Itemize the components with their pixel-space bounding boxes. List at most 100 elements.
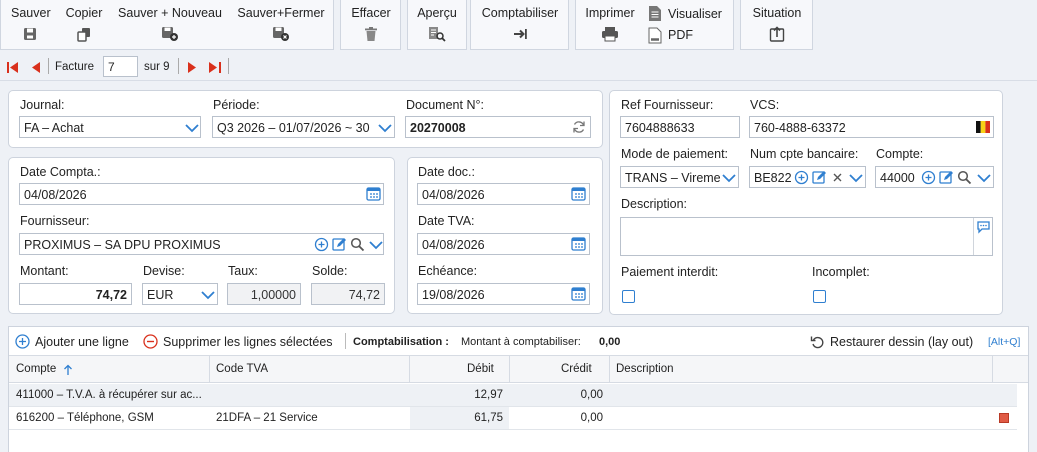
edit-icon[interactable] — [812, 170, 827, 185]
undo-icon[interactable] — [810, 334, 825, 349]
status-button[interactable]: Situation — [749, 6, 805, 42]
amount-label: Montant: — [20, 264, 69, 278]
toolbar-group-delete: Effacer — [340, 0, 401, 50]
date-compta-field[interactable]: 04/08/2026 — [19, 183, 384, 205]
column-header-description[interactable]: Description — [616, 363, 674, 375]
chevron-down-icon[interactable] — [367, 235, 385, 255]
delete-button[interactable]: Effacer — [349, 6, 393, 42]
account-label: Compte: — [876, 147, 924, 161]
record-number-input[interactable]: 7 — [103, 56, 138, 77]
column-header-code-tva[interactable]: Code TVA — [216, 363, 268, 375]
document-number-field[interactable]: 20270008 — [405, 116, 591, 138]
balance-label: Solde: — [312, 264, 348, 278]
add-circle-icon[interactable] — [794, 170, 809, 185]
column-header-debit[interactable]: Débit — [467, 363, 494, 375]
edit-icon[interactable] — [332, 237, 347, 252]
comment-icon[interactable] — [976, 219, 991, 234]
nav-divider — [48, 58, 49, 74]
search-icon[interactable] — [957, 170, 972, 185]
column-separator — [409, 356, 410, 382]
save-new-button[interactable]: Sauver + Nouveau — [115, 6, 225, 42]
previous-record-icon[interactable] — [31, 62, 40, 73]
first-record-icon[interactable] — [7, 62, 19, 73]
column-separator — [609, 356, 610, 382]
last-record-icon[interactable] — [209, 62, 221, 73]
pdf-icon[interactable] — [648, 27, 662, 44]
add-circle-icon[interactable] — [921, 170, 936, 185]
calendar-icon[interactable] — [571, 236, 586, 251]
description-divider — [973, 218, 974, 255]
toolbar-group-preview: Aperçu — [407, 0, 467, 50]
save-close-icon — [273, 27, 289, 41]
document-header-panel: Journal: FA – Achat Période: Q3 2026 – 0… — [8, 90, 603, 148]
nav-divider — [228, 58, 229, 74]
delete-lines-button[interactable]: Supprimer les lignes sélectées — [163, 335, 333, 349]
save-close-button[interactable]: Sauver+Fermer — [234, 6, 328, 42]
supplier-field[interactable]: PROXIMUS – SA DPU PROXIMUS — [19, 233, 384, 255]
chevron-down-icon[interactable] — [183, 118, 201, 138]
restore-layout-button[interactable]: Restaurer dessin (lay out) — [830, 335, 973, 349]
payment-blocked-label: Paiement interdit: — [621, 265, 719, 279]
table-row[interactable]: 616200 – Téléphone, GSM 21DFA – 21 Servi… — [9, 407, 1017, 430]
table-row[interactable]: 411000 – T.V.A. à récupérer sur ac... 12… — [9, 384, 1017, 407]
rate-label: Taux: — [228, 264, 258, 278]
due-date-label: Echéance: — [418, 264, 478, 278]
post-button[interactable]: Comptabiliser — [480, 6, 560, 42]
incomplete-label: Incomplet: — [812, 265, 870, 279]
amount-to-post-label: Montant à comptabiliser: — [461, 336, 581, 348]
document-icon[interactable] — [648, 5, 662, 22]
chevron-down-icon[interactable] — [199, 285, 217, 305]
journal-select[interactable]: FA – Achat — [19, 116, 201, 138]
search-icon[interactable] — [350, 237, 365, 252]
nav-total: sur 9 — [144, 61, 170, 73]
row-status-marker[interactable] — [999, 413, 1009, 423]
print-button[interactable]: Imprimer — [585, 6, 635, 42]
rate-field: 1,00000 — [227, 283, 301, 305]
incomplete-checkbox[interactable] — [813, 290, 826, 303]
payment-panel: Ref Fournisseur: 7604888633 VCS: 760-488… — [609, 90, 1003, 315]
chevron-down-icon[interactable] — [376, 118, 394, 138]
grid-toolbar: Ajouter une ligne Supprimer les lignes s… — [9, 327, 1028, 355]
view-button[interactable]: Visualiser — [668, 7, 722, 21]
dates-panel: Date doc.: 04/08/2026 Date TVA: 04/08/20… — [407, 157, 603, 314]
add-circle-icon[interactable] — [314, 237, 329, 252]
chevron-down-icon[interactable] — [847, 168, 865, 188]
amount-field[interactable]: 74,72 — [19, 283, 132, 305]
add-line-button[interactable]: Ajouter une ligne — [35, 335, 129, 349]
cell-credit: 0,00 — [580, 412, 603, 424]
next-record-icon[interactable] — [188, 62, 197, 73]
copy-icon — [77, 28, 90, 42]
payment-blocked-checkbox[interactable] — [622, 290, 635, 303]
preview-button[interactable]: Aperçu — [414, 6, 460, 42]
refresh-icon[interactable] — [572, 120, 586, 134]
calendar-icon[interactable] — [366, 186, 381, 201]
copy-button[interactable]: Copier — [63, 6, 105, 42]
remove-circle-icon[interactable] — [143, 334, 158, 349]
printer-icon — [602, 27, 618, 42]
grid-header: Compte Code TVA Débit Crédit Description — [9, 355, 1028, 383]
save-button[interactable]: Sauver — [11, 6, 51, 42]
date-doc-field[interactable]: 04/08/2026 — [417, 183, 590, 205]
column-header-credit[interactable]: Crédit — [561, 363, 592, 375]
description-field[interactable] — [620, 217, 993, 256]
chevron-down-icon[interactable] — [720, 168, 738, 188]
toolbar-group-print: Imprimer Visualiser PDF — [575, 0, 734, 50]
posting-label: Comptabilisation : — [353, 336, 449, 348]
vcs-field[interactable]: 760-4888-63372 — [749, 116, 994, 138]
vcs-label: VCS: — [750, 98, 780, 112]
close-icon[interactable] — [830, 170, 845, 185]
pdf-button[interactable]: PDF — [668, 28, 693, 42]
edit-icon[interactable] — [939, 170, 954, 185]
amount-to-post-value: 0,00 — [599, 336, 621, 348]
period-select[interactable]: Q3 2026 – 01/07/2026 ~ 30 — [212, 116, 395, 138]
sort-ascending-icon[interactable] — [63, 364, 73, 376]
calendar-icon[interactable] — [571, 186, 586, 201]
chevron-down-icon[interactable] — [975, 168, 993, 188]
column-separator — [992, 356, 993, 382]
date-tva-field[interactable]: 04/08/2026 — [417, 233, 590, 255]
calendar-icon[interactable] — [571, 286, 586, 301]
ref-supplier-field[interactable]: 7604888633 — [620, 116, 740, 138]
column-header-compte[interactable]: Compte — [16, 363, 56, 375]
add-circle-icon[interactable] — [15, 334, 30, 349]
due-date-field[interactable]: 19/08/2026 — [417, 283, 590, 305]
